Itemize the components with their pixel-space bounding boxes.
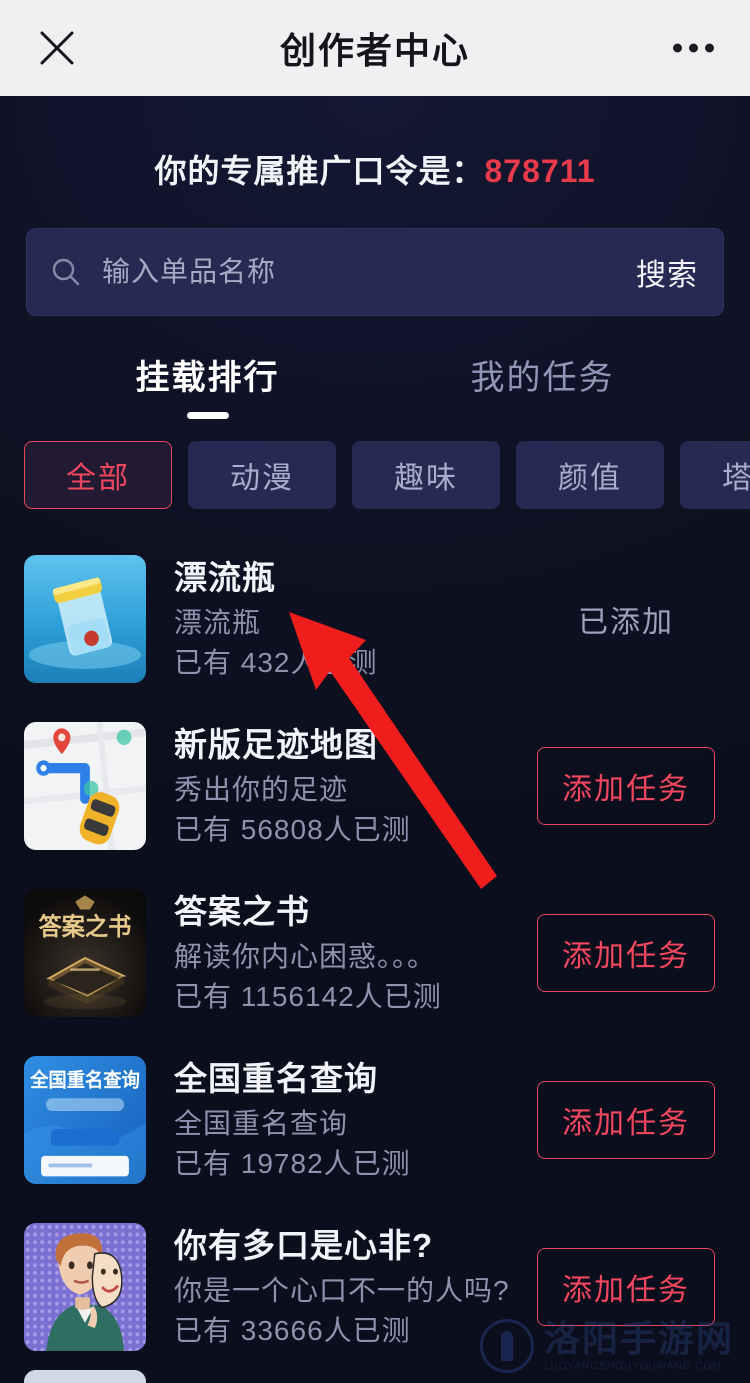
list-item-title: 全国重名查询: [174, 1059, 378, 1097]
list-item-text: 你有多口是心非? 你是一个心口不一的人吗? 已有 33666人已测: [146, 1225, 526, 1348]
answer-book-thumbnail: 答案之书: [24, 888, 146, 1017]
list-item-text: 新版足迹地图 秀出你的足迹 已有 56808人已测: [146, 724, 526, 847]
list-item-count: 已有 432人已测: [174, 647, 378, 679]
svg-text:答案之书: 答案之书: [39, 912, 132, 941]
list-item-count: 已有 19782人已测: [174, 1148, 411, 1180]
list-item-description: 解读你内心困惑。。。: [174, 941, 437, 973]
list-item-text: 漂流瓶 漂流瓶 已有 432人已测: [146, 557, 526, 680]
promo-code-banner: 你的专属推广口令是：878711: [0, 96, 750, 192]
list-item-text: 答案之书 解读你内心困惑。。。 已有 1156142人已测: [146, 891, 526, 1014]
search-bar[interactable]: 搜索: [26, 228, 724, 316]
status-badge-added: 已添加: [578, 605, 674, 639]
list-item-count: 已有 33666人已测: [174, 1315, 411, 1347]
list-item-description: 你是一个心口不一的人吗?: [174, 1275, 510, 1307]
list-item-description: 秀出你的足迹: [174, 774, 349, 806]
tab-my-tasks-label: 我的任务: [470, 359, 615, 397]
list-item-action: 添加任务: [526, 746, 726, 825]
add-task-button[interactable]: 添加任务: [537, 746, 715, 825]
list-item[interactable]: 全国重名查询 全国重名查询 全国重名查询 已有 19782人已测 添加任务: [24, 1036, 726, 1203]
chip-label: 全部: [66, 462, 130, 495]
add-task-button[interactable]: 添加任务: [537, 1080, 715, 1159]
tab-active-indicator: [186, 412, 229, 419]
more-dots-icon[interactable]: [673, 43, 714, 53]
list-item-description: 全国重名查询: [174, 1108, 349, 1140]
navigation-bar: 创作者中心: [0, 0, 750, 96]
task-list: 漂流瓶 漂流瓶 已有 432人已测 已添加 新版足迹地图 秀出你的足迹 已有 5…: [0, 535, 750, 1383]
list-item[interactable]: 漂流瓶 漂流瓶 已有 432人已测 已添加: [24, 535, 726, 702]
list-item-title: 答案之书: [174, 892, 310, 930]
list-item-partial[interactable]: [24, 1370, 726, 1383]
list-item-count: 已有 1156142人已测: [174, 981, 442, 1013]
tab-bar: 挂载排行 我的任务: [0, 350, 750, 419]
tab-ranking-label: 挂载排行: [135, 359, 280, 397]
list-item-title: 漂流瓶: [174, 558, 276, 596]
next-item-thumbnail: [24, 1370, 146, 1383]
list-item-action: 添加任务: [526, 913, 726, 992]
tab-my-tasks[interactable]: 我的任务: [375, 350, 710, 419]
page-title: 创作者中心: [279, 30, 470, 71]
chip-label: 趣味: [394, 462, 458, 495]
list-item-action: 添加任务: [526, 1080, 726, 1159]
search-input[interactable]: [100, 255, 620, 289]
list-item[interactable]: 新版足迹地图 秀出你的足迹 已有 56808人已测 添加任务: [24, 702, 726, 869]
list-item[interactable]: 你有多口是心非? 你是一个心口不一的人吗? 已有 33666人已测 添加任务: [24, 1203, 726, 1370]
list-item-action: 已添加: [526, 597, 726, 641]
app-screen: 创作者中心 你的专属推广口令是：878711 搜索 挂载排行: [0, 0, 750, 1383]
chip-looks[interactable]: 颜值: [516, 441, 664, 509]
chip-label: 动漫: [230, 462, 294, 495]
tab-ranking[interactable]: 挂载排行: [40, 350, 375, 419]
search-icon: [50, 256, 82, 288]
add-task-button[interactable]: 添加任务: [537, 913, 715, 992]
chip-anime[interactable]: 动漫: [188, 441, 336, 509]
chip-label: 塔罗: [722, 462, 750, 495]
category-filter-row[interactable]: 全部 动漫 趣味 颜值 塔罗: [0, 419, 750, 535]
list-item-description: 漂流瓶: [174, 607, 262, 639]
list-item-text: 全国重名查询 全国重名查询 已有 19782人已测: [146, 1058, 526, 1181]
list-item-title: 新版足迹地图: [174, 725, 378, 763]
list-item-title: 你有多口是心非?: [174, 1226, 434, 1264]
list-item-count: 已有 56808人已测: [174, 814, 411, 846]
list-item-action: 添加任务: [526, 1247, 726, 1326]
footprint-map-thumbnail: [24, 721, 146, 850]
search-button[interactable]: 搜索: [620, 250, 698, 294]
close-icon[interactable]: [34, 25, 80, 71]
two-faced-thumbnail: [24, 1222, 146, 1351]
name-search-thumbnail: 全国重名查询: [24, 1055, 146, 1184]
list-item[interactable]: 答案之书 答案之书 解读你内心困惑。。。 已有 1156142人已测 添加任务: [24, 869, 726, 1036]
chip-tarot[interactable]: 塔罗: [680, 441, 750, 509]
promo-code-label: 你的专属推广口令是：: [154, 153, 485, 189]
drift-bottle-thumbnail: [24, 554, 146, 683]
content-area: 你的专属推广口令是：878711 搜索 挂载排行 我的任务: [0, 96, 750, 1383]
add-task-button[interactable]: 添加任务: [537, 1247, 715, 1326]
chip-label: 颜值: [558, 462, 622, 495]
chip-all[interactable]: 全部: [24, 441, 172, 509]
promo-code-value: 878711: [484, 153, 596, 189]
svg-text:全国重名查询: 全国重名查询: [29, 1068, 140, 1092]
chip-fun[interactable]: 趣味: [352, 441, 500, 509]
